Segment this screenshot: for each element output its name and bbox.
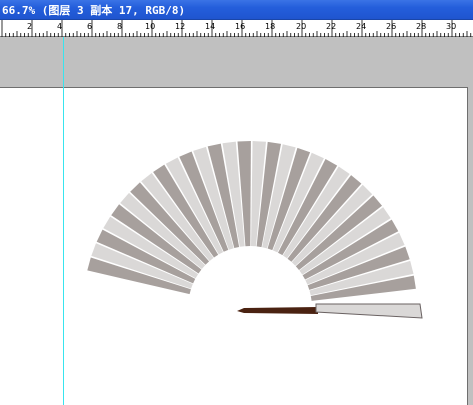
ruler-label: 10 (145, 22, 155, 31)
ruler-label: 8 (117, 22, 122, 31)
ruler-label: 2 (27, 22, 32, 31)
ruler-label: 26 (386, 22, 396, 31)
ruler-label: 24 (356, 22, 366, 31)
ruler-label: 4 (57, 22, 62, 31)
ruler-scale: 2 4 6 8 10 12 14 16 18 20 22 24 26 28 30 (1, 20, 472, 37)
fan-end-rib (315, 303, 423, 319)
ruler-label: 12 (175, 22, 185, 31)
ruler-label: 18 (265, 22, 275, 31)
vertical-guide-line[interactable] (63, 37, 64, 405)
ruler-label: 20 (296, 22, 306, 31)
fan-handle (237, 307, 318, 314)
pasteboard (0, 37, 473, 87)
ruler-label: 28 (416, 22, 426, 31)
ruler-label: 30 (446, 22, 456, 31)
ruler-label: 22 (326, 22, 336, 31)
ruler-label: 6 (87, 22, 92, 31)
document-title-bar[interactable]: 66.7% (图层 3 副本 17, RGB/8) (0, 0, 473, 20)
fan-ribs (87, 141, 416, 301)
ruler-label: 16 (235, 22, 245, 31)
ruler-label: 14 (205, 22, 215, 31)
horizontal-ruler[interactable]: 2 4 6 8 10 12 14 16 18 20 22 24 26 28 30 (0, 20, 473, 37)
document-title: 66.7% (图层 3 副本 17, RGB/8) (2, 3, 186, 17)
folding-fan-artwork[interactable] (0, 87, 473, 405)
